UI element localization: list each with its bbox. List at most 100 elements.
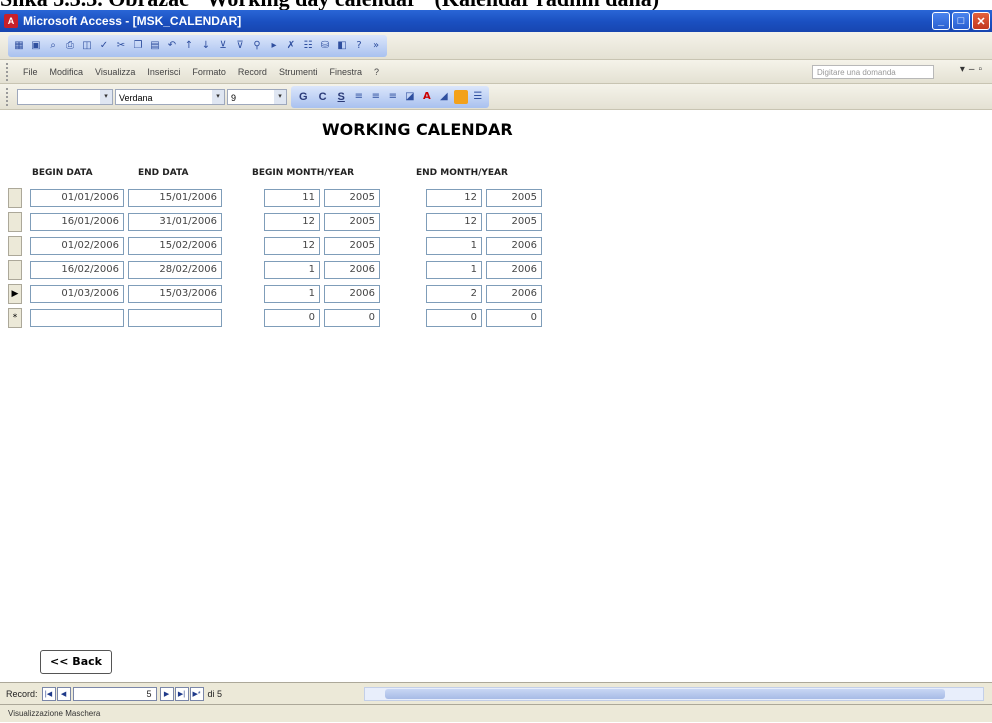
record-selector[interactable] (8, 236, 22, 256)
menu-visualizza[interactable]: Visualizza (95, 67, 135, 77)
record-selector[interactable] (8, 260, 22, 280)
end-year-field[interactable]: 2005 (486, 189, 542, 207)
begin-year-field[interactable]: 2005 (324, 237, 380, 255)
begin-month-field[interactable]: 11 (264, 189, 320, 207)
scrollbar-thumb[interactable] (385, 689, 945, 699)
sort-desc-icon[interactable]: ↓ (199, 39, 213, 53)
end-month-field[interactable]: 0 (426, 309, 482, 327)
end-year-field[interactable]: 2005 (486, 213, 542, 231)
record-selector[interactable]: ▶ (8, 284, 22, 304)
menu-file[interactable]: File (23, 67, 38, 77)
spelling-icon[interactable]: ✓ (97, 39, 111, 53)
record-selector[interactable]: * (8, 308, 22, 328)
end-data-field[interactable] (128, 309, 222, 327)
record-number-input[interactable]: 5 (72, 687, 157, 701)
end-month-field[interactable]: 1 (426, 261, 482, 279)
fill-color-icon[interactable]: ◪ (403, 90, 417, 104)
view-icon[interactable]: ▦ (12, 39, 26, 53)
find-icon[interactable]: ⚲ (250, 39, 264, 53)
begin-month-field[interactable]: 12 (264, 237, 320, 255)
sort-asc-icon[interactable]: ↑ (182, 39, 196, 53)
menu-formato[interactable]: Formato (192, 67, 226, 77)
begin-data-field[interactable]: 01/03/2006 (30, 285, 124, 303)
font-size-combo[interactable]: 9 ▾ (227, 88, 287, 105)
begin-data-field[interactable]: 01/02/2006 (30, 237, 124, 255)
end-month-field[interactable]: 2 (426, 285, 482, 303)
new-object-icon[interactable]: ◧ (335, 39, 349, 53)
align-right-icon[interactable]: ≡ (386, 90, 400, 104)
menu-record[interactable]: Record (238, 67, 267, 77)
bold-button[interactable]: G (299, 91, 308, 103)
begin-data-field[interactable] (30, 309, 124, 327)
begin-year-field[interactable]: 2006 (324, 261, 380, 279)
copy-icon[interactable]: ❐ (131, 39, 145, 53)
end-month-field[interactable]: 1 (426, 237, 482, 255)
font-combo[interactable]: Verdana ▾ (115, 88, 225, 105)
end-year-field[interactable]: 2006 (486, 237, 542, 255)
undo-icon[interactable]: ↶ (165, 39, 179, 53)
end-month-field[interactable]: 12 (426, 213, 482, 231)
begin-year-field[interactable]: 0 (324, 309, 380, 327)
new-record-nav-icon[interactable]: ▶* (189, 687, 204, 701)
begin-data-field[interactable]: 01/01/2006 (30, 189, 124, 207)
special-effect-icon[interactable] (453, 89, 468, 104)
close-button[interactable]: ✕ (972, 12, 990, 30)
menu-help[interactable]: ? (374, 67, 379, 77)
end-data-field[interactable]: 28/02/2006 (128, 261, 222, 279)
begin-year-field[interactable]: 2005 (324, 213, 380, 231)
italic-button[interactable]: C (319, 91, 327, 103)
line-width-icon[interactable]: ☰ (471, 90, 485, 104)
filter-icon[interactable]: ⊻ (216, 39, 230, 53)
prev-record-icon[interactable]: ◀ (56, 687, 71, 701)
first-record-icon[interactable]: |◀ (41, 687, 56, 701)
menu-inserisci[interactable]: Inserisci (147, 67, 180, 77)
begin-year-field[interactable]: 2005 (324, 189, 380, 207)
horizontal-scrollbar[interactable] (364, 687, 984, 701)
begin-month-field[interactable]: 12 (264, 213, 320, 231)
object-combo[interactable]: ▾ (17, 88, 113, 105)
document-window-controls[interactable]: ▾–▫ (960, 64, 986, 75)
begin-month-field[interactable]: 0 (264, 309, 320, 327)
begin-month-field[interactable]: 1 (264, 285, 320, 303)
maximize-button[interactable]: □ (952, 12, 970, 30)
menu-modifica[interactable]: Modifica (50, 67, 84, 77)
end-year-field[interactable]: 2006 (486, 285, 542, 303)
database-icon[interactable]: ⛁ (318, 39, 332, 53)
last-record-icon[interactable]: ▶| (174, 687, 189, 701)
paste-icon[interactable]: ▤ (148, 39, 162, 53)
align-left-icon[interactable]: ≡ (352, 90, 366, 104)
filter-apply-icon[interactable]: ⊽ (233, 39, 247, 53)
end-month-field[interactable]: 12 (426, 189, 482, 207)
next-record-icon[interactable]: ▶ (159, 687, 174, 701)
properties-icon[interactable]: ☷ (301, 39, 315, 53)
delete-record-icon[interactable]: ✗ (284, 39, 298, 53)
line-color-icon[interactable]: ◢ (437, 90, 451, 104)
minimize-button[interactable]: _ (932, 12, 950, 30)
record-selector[interactable] (8, 188, 22, 208)
new-record-icon[interactable]: ▸ (267, 39, 281, 53)
toolbar-options-icon[interactable]: » (369, 39, 383, 53)
back-button[interactable]: << Back (40, 650, 112, 674)
begin-year-field[interactable]: 2006 (324, 285, 380, 303)
begin-data-field[interactable]: 16/01/2006 (30, 213, 124, 231)
save-icon[interactable]: ▣ (29, 39, 43, 53)
ask-question-box[interactable]: Digitare una domanda (812, 65, 934, 79)
preview-icon[interactable]: ◫ (80, 39, 94, 53)
end-data-field[interactable]: 15/01/2006 (128, 189, 222, 207)
end-year-field[interactable]: 2006 (486, 261, 542, 279)
align-center-icon[interactable]: ≡ (369, 90, 383, 104)
underline-button[interactable]: S (338, 91, 345, 103)
cut-icon[interactable]: ✂ (114, 39, 128, 53)
record-selector[interactable] (8, 212, 22, 232)
begin-data-field[interactable]: 16/02/2006 (30, 261, 124, 279)
help-icon[interactable]: ? (352, 39, 366, 53)
end-year-field[interactable]: 0 (486, 309, 542, 327)
end-data-field[interactable]: 15/03/2006 (128, 285, 222, 303)
end-data-field[interactable]: 15/02/2006 (128, 237, 222, 255)
search-icon[interactable]: ⌕ (46, 39, 60, 53)
font-color-icon[interactable]: A (420, 90, 434, 104)
begin-month-field[interactable]: 1 (264, 261, 320, 279)
print-icon[interactable]: ⎙ (63, 39, 77, 53)
end-data-field[interactable]: 31/01/2006 (128, 213, 222, 231)
menu-strumenti[interactable]: Strumenti (279, 67, 318, 77)
